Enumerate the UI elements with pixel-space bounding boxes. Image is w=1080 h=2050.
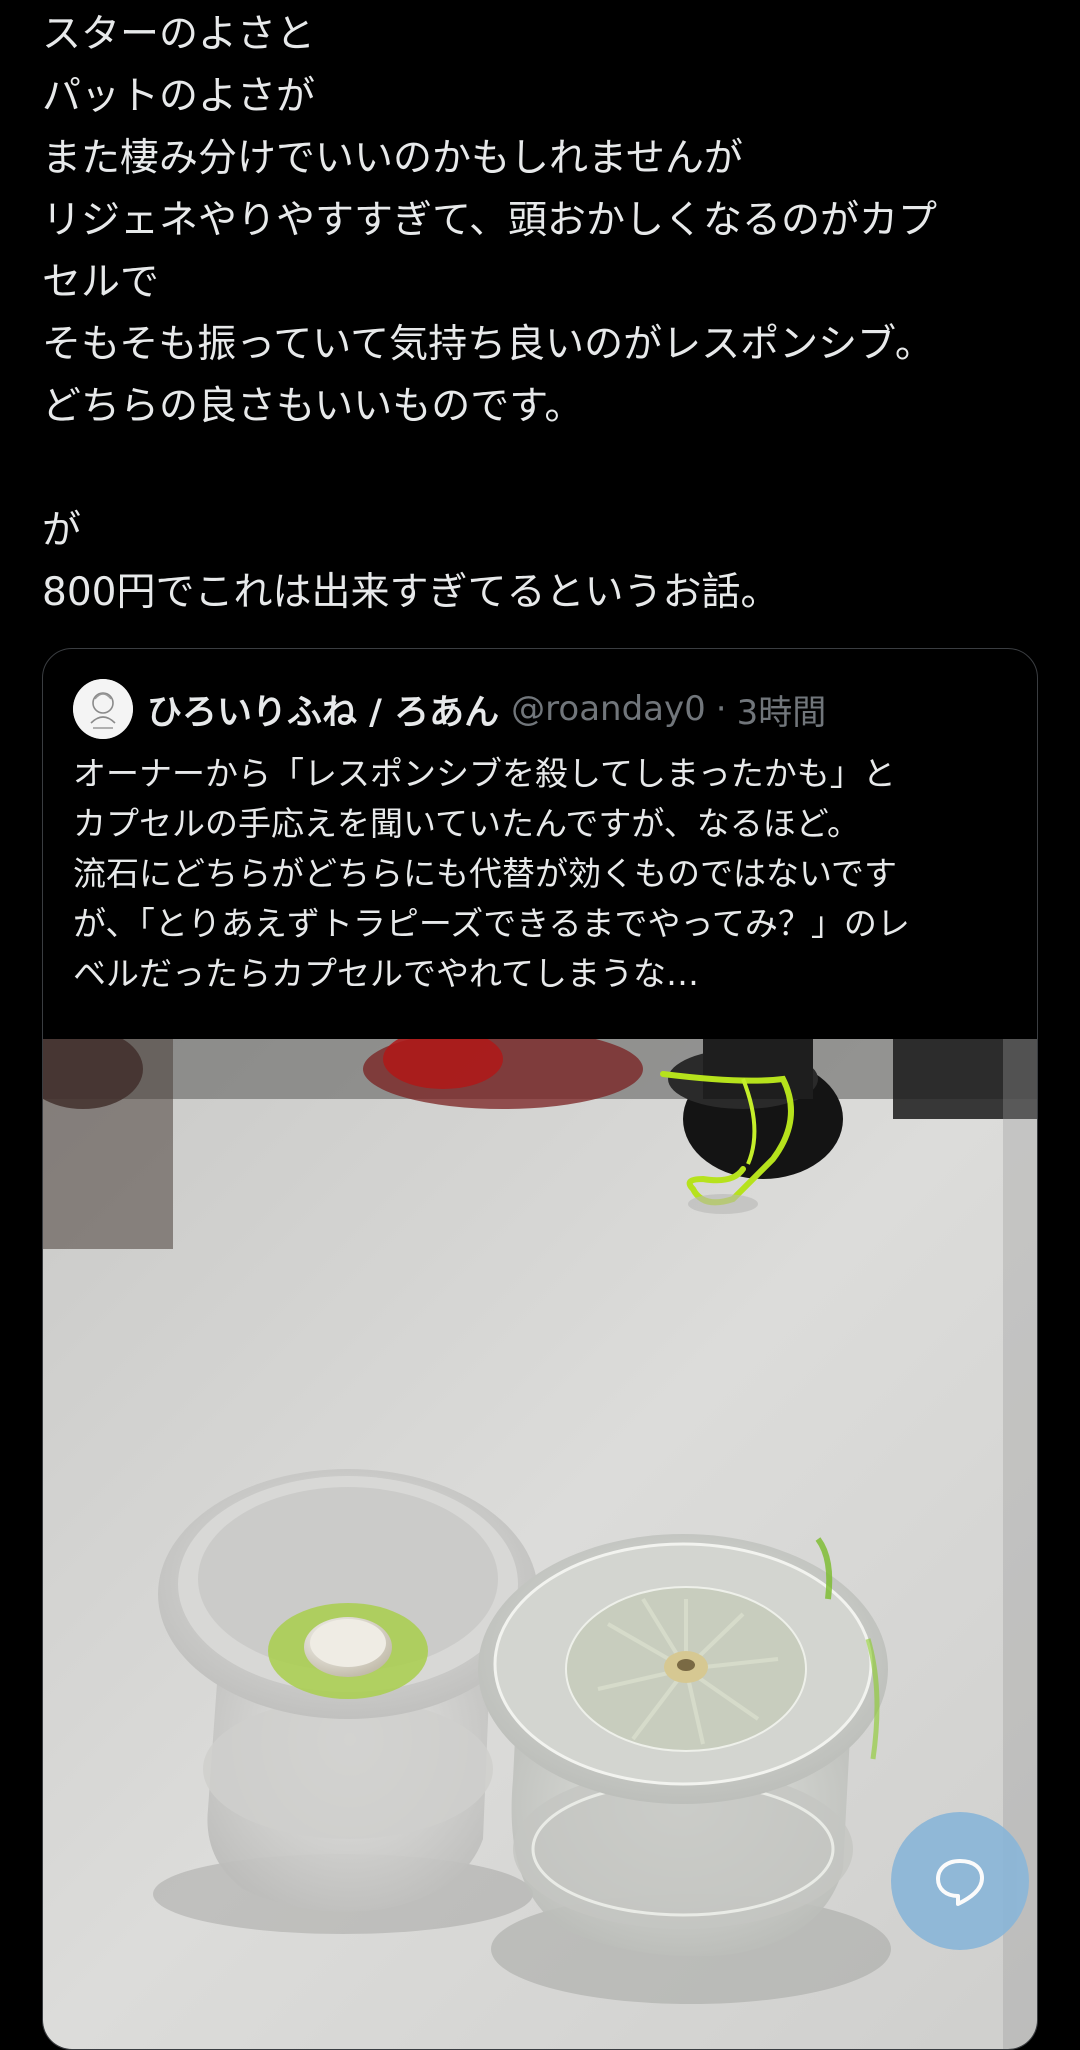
tweet-line: パットのよさが bbox=[42, 74, 316, 119]
tweet-body: スターのよさと パットのよさが また棲み分けでいいのかもしれませんが リジェネや… bbox=[42, 4, 1042, 624]
quoted-tweet-card[interactable]: ひろいりふね / ろあん @roanday0 · 3時間 オーナーから「レスポン… bbox=[42, 648, 1038, 2050]
tweet-line: また棲み分けでいいのかもしれませんが bbox=[42, 136, 743, 181]
quoted-author-name[interactable]: ひろいりふね / ろあん bbox=[147, 684, 499, 735]
quote-line: 流石にどちらがどちらにも代替が効くものではないです bbox=[73, 854, 898, 893]
quoted-timestamp[interactable]: 3時間 bbox=[737, 685, 827, 734]
tweet-line: スターのよさと bbox=[42, 12, 316, 57]
user-avatar-icon[interactable] bbox=[73, 679, 133, 739]
quote-line: ベルだったらカプセルでやれてしまうな… bbox=[73, 954, 700, 993]
quoted-tweet-text: オーナーから「レスポンシブを殺してしまったかも」と カプセルの手応えを聞いていた… bbox=[73, 749, 1023, 999]
quoted-author-handle[interactable]: @roanday0 bbox=[511, 689, 706, 729]
tweet-line: セルで bbox=[42, 260, 160, 305]
tweet-line: どちらの良さもいいものです。 bbox=[42, 384, 584, 429]
tweet-line: そもそも振っていて気持ち良いのがレスポンシブ。 bbox=[42, 322, 934, 367]
tweet-line: リジェネやりやすすぎて、頭おかしくなるのがカプ bbox=[42, 198, 938, 243]
header-separator: · bbox=[715, 689, 727, 729]
tweet-line: が bbox=[42, 508, 82, 553]
quote-line: オーナーから「レスポンシブを殺してしまったかも」と bbox=[73, 754, 896, 793]
quote-line: が、「とりあえずトラピーズできるまでやってみ？」のレ bbox=[73, 904, 910, 943]
quoted-tweet-header: ひろいりふね / ろあん @roanday0 · 3時間 bbox=[73, 679, 826, 739]
chat-bubble-icon bbox=[936, 1859, 984, 1906]
compose-reply-button[interactable] bbox=[891, 1812, 1029, 1950]
tweet-line: 800円でこれは出来すぎてるというお話。 bbox=[42, 570, 780, 615]
yoyo-photo[interactable] bbox=[43, 1029, 1037, 2049]
quote-line: カプセルの手応えを聞いていたんですが、なるほど。 bbox=[73, 804, 861, 843]
